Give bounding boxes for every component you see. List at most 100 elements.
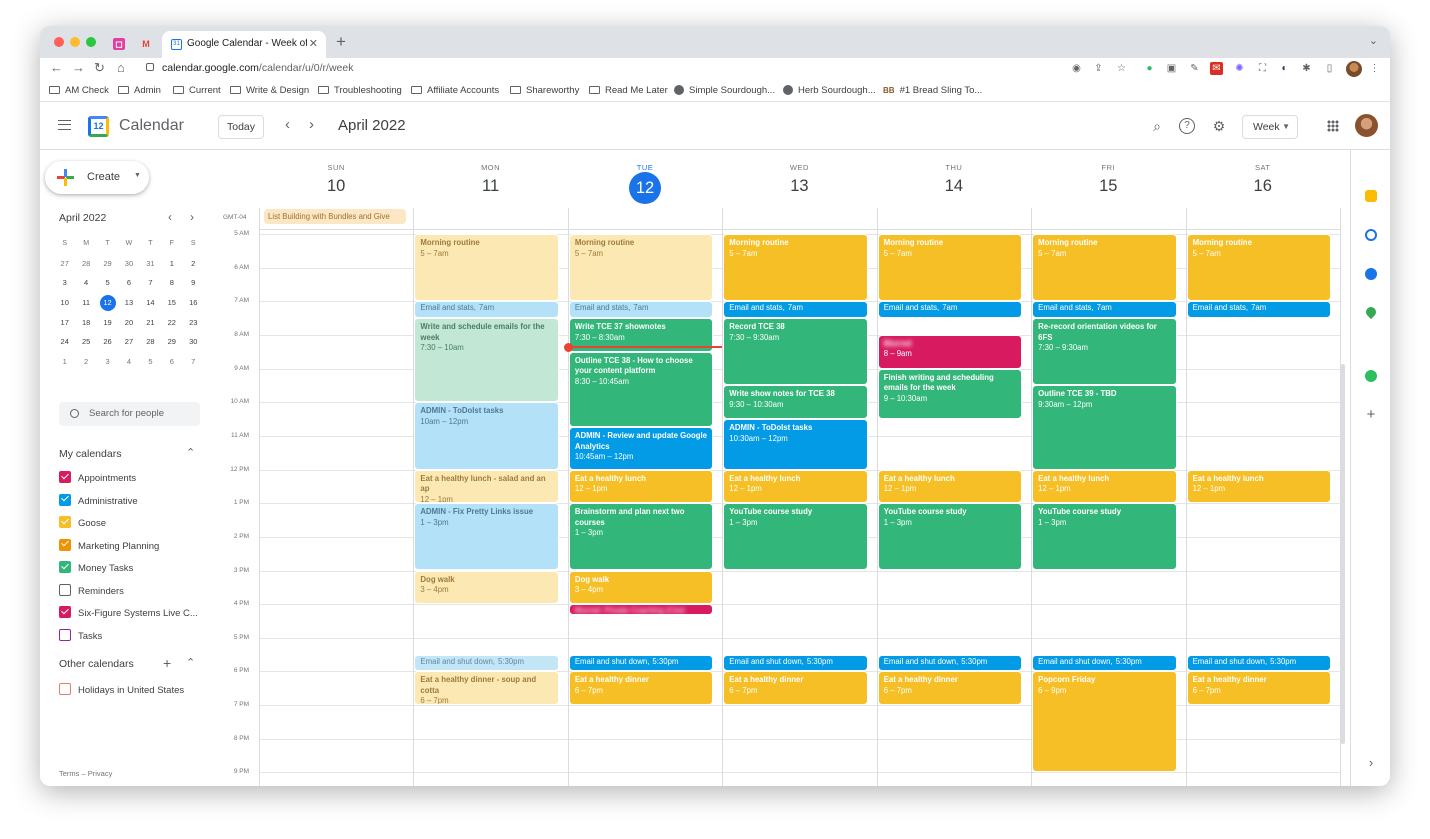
- camera-extension-icon[interactable]: ▣: [1165, 62, 1178, 75]
- mini-day[interactable]: 9: [183, 273, 204, 293]
- calendar-event[interactable]: Outline TCE 39 - TBD 9:30am – 12pm: [1032, 385, 1177, 470]
- address-bar[interactable]: calendar.google.com/calendar/u/0/r/week: [162, 62, 353, 74]
- bookmark-item[interactable]: Affiliate Accounts: [411, 85, 499, 96]
- mini-day[interactable]: 6: [118, 273, 139, 293]
- today-button[interactable]: Today: [218, 115, 264, 139]
- eye-icon[interactable]: ◉: [1070, 62, 1083, 75]
- mini-day[interactable]: 2: [75, 352, 96, 372]
- day-header[interactable]: TUE 12: [568, 150, 722, 210]
- calendar-event[interactable]: Write and schedule emails for the week 7:…: [414, 318, 559, 403]
- browser-menu-icon[interactable]: ⋮: [1368, 62, 1381, 75]
- calendar-event[interactable]: Dog walk 3 – 4pm: [414, 570, 559, 605]
- eyedropper-extension-icon[interactable]: ✎: [1188, 62, 1201, 75]
- mini-day[interactable]: 22: [161, 313, 182, 333]
- forward-icon[interactable]: →: [72, 60, 85, 75]
- calendar-event[interactable]: Finish writing and scheduling emails for…: [877, 368, 1023, 420]
- calendar-event[interactable]: YouTube course study 1 – 3pm: [723, 503, 868, 571]
- back-icon[interactable]: ←: [50, 60, 63, 75]
- day-number[interactable]: 12: [568, 172, 722, 204]
- mini-day[interactable]: 30: [183, 332, 204, 352]
- calendar-event[interactable]: Email and shut down, 5:30pm: [1032, 654, 1177, 672]
- scrollbar[interactable]: [1341, 364, 1345, 744]
- calendar-event[interactable]: ADMIN - Fix Pretty Links issue 1 – 3pm: [414, 503, 559, 571]
- add-addon-icon[interactable]: +: [1365, 407, 1377, 422]
- search-icon[interactable]: ⌕: [1149, 118, 1165, 134]
- day-number[interactable]: 10: [259, 177, 413, 196]
- mini-day[interactable]: 7: [183, 352, 204, 372]
- settings-gear-icon[interactable]: ⚙: [1211, 118, 1227, 134]
- bookmark-item[interactable]: Herb Sourdough...: [783, 85, 876, 96]
- evernote-extension-icon[interactable]: ●: [1143, 62, 1156, 75]
- all-day-event[interactable]: List Building with Bundles and Give: [264, 209, 406, 224]
- contacts-icon[interactable]: [1365, 268, 1377, 280]
- mini-day[interactable]: 10: [54, 293, 75, 313]
- mini-day[interactable]: 12: [97, 293, 118, 313]
- calendar-list-item[interactable]: Money Tasks: [59, 561, 133, 579]
- mini-day[interactable]: 17: [54, 313, 75, 333]
- calendar-event[interactable]: Morning routine 5 – 7am: [414, 234, 559, 302]
- mini-day[interactable]: 3: [54, 273, 75, 293]
- calendar-event[interactable]: Eat a healthy lunch 12 – 1pm: [723, 469, 868, 504]
- mini-day[interactable]: 29: [97, 254, 118, 274]
- mini-prev-chevron-icon[interactable]: ‹: [168, 210, 172, 224]
- calendar-event[interactable]: Eat a healthy lunch 12 – 1pm: [1032, 469, 1177, 504]
- calendar-event[interactable]: YouTube course study 1 – 3pm: [1032, 503, 1177, 571]
- mini-day[interactable]: 27: [118, 332, 139, 352]
- calendar-event[interactable]: Dog walk 3 – 4pm: [568, 570, 714, 605]
- calendar-event[interactable]: ADMIN - Review and update Google Analyti…: [568, 427, 714, 470]
- mail-extension-icon[interactable]: ✉: [1210, 62, 1223, 75]
- calendar-logo[interactable]: 12: [88, 116, 109, 137]
- calendar-event[interactable]: Write show notes for TCE 38 9:30 – 10:30a…: [723, 385, 868, 420]
- calendar-list-item[interactable]: Holidays in United States: [59, 683, 184, 701]
- calendar-event[interactable]: Brainstorm and plan next two courses 1 – …: [568, 503, 714, 571]
- calendar-event[interactable]: Record TCE 38 7:30 – 9:30am: [723, 318, 868, 386]
- side-panel-icon[interactable]: ▯: [1323, 62, 1336, 75]
- calendar-event[interactable]: YouTube course study 1 – 3pm: [877, 503, 1023, 571]
- mini-day[interactable]: 13: [118, 293, 139, 313]
- calendar-checkbox[interactable]: [59, 471, 71, 483]
- maps-icon[interactable]: [1363, 304, 1379, 320]
- keep-icon[interactable]: [1365, 190, 1377, 202]
- calendar-event[interactable]: ADMIN - ToDoIst tasks 10am – 12pm: [414, 402, 559, 470]
- mini-day[interactable]: 26: [97, 332, 118, 352]
- mini-day[interactable]: 23: [183, 313, 204, 333]
- google-apps-icon[interactable]: [1327, 120, 1339, 132]
- calendar-event[interactable]: Eat a healthy lunch 12 – 1pm: [568, 469, 714, 504]
- mini-day[interactable]: 27: [54, 254, 75, 274]
- pinned-tab-icon[interactable]: ◻: [113, 38, 125, 50]
- bookmark-star-icon[interactable]: ☆: [1115, 62, 1128, 75]
- calendar-list-item[interactable]: Tasks: [59, 628, 102, 647]
- day-header[interactable]: SUN 10: [259, 150, 413, 210]
- calendar-event[interactable]: Email and stats, 7am: [1032, 301, 1177, 319]
- bookmark-item[interactable]: Current: [173, 85, 221, 96]
- mini-day[interactable]: 30: [118, 254, 139, 274]
- day-number[interactable]: 16: [1186, 177, 1340, 196]
- calendar-event[interactable]: Popcorn Friday 6 – 9pm: [1032, 671, 1177, 773]
- reload-icon[interactable]: ↻: [94, 60, 105, 76]
- calendar-checkbox[interactable]: [59, 683, 71, 695]
- calendar-checkbox[interactable]: [59, 628, 71, 641]
- day-header[interactable]: WED 13: [722, 150, 876, 210]
- calendar-event[interactable]: Eat a healthy dinner 6 – 7pm: [568, 671, 714, 706]
- mini-day[interactable]: 14: [140, 293, 161, 313]
- calendar-event[interactable]: Eat a healthy lunch - salad and an ap 12 …: [414, 469, 559, 504]
- calendar-event[interactable]: Email and shut down, 5:30pm: [877, 654, 1023, 672]
- mini-day[interactable]: 21: [140, 313, 161, 333]
- calendar-list-item[interactable]: Administrative: [59, 493, 138, 512]
- previous-week-chevron-icon[interactable]: ‹: [285, 116, 290, 133]
- footer-links[interactable]: Terms – Privacy: [59, 769, 112, 778]
- mini-day[interactable]: 25: [75, 332, 96, 352]
- calendar-event[interactable]: Email and stats, 7am: [568, 301, 714, 319]
- calendar-checkbox[interactable]: [59, 493, 71, 506]
- expand-panel-chevron-icon[interactable]: ›: [1365, 756, 1377, 769]
- day-header[interactable]: MON 11: [413, 150, 567, 210]
- bookmark-item[interactable]: Write & Design: [230, 85, 309, 96]
- evernote-icon[interactable]: [1365, 370, 1377, 382]
- collapse-chevron-icon[interactable]: ⌃: [186, 446, 195, 459]
- calendar-event[interactable]: Email and stats, 7am: [414, 301, 559, 319]
- active-tab[interactable]: 31 Google Calendar - Week of Ap ✕: [162, 31, 326, 58]
- close-tab-icon[interactable]: ✕: [309, 37, 318, 50]
- bookmark-item[interactable]: Admin: [118, 85, 161, 96]
- day-header[interactable]: THU 14: [877, 150, 1031, 210]
- calendar-event[interactable]: Eat a healthy dinner 6 – 7pm: [877, 671, 1023, 706]
